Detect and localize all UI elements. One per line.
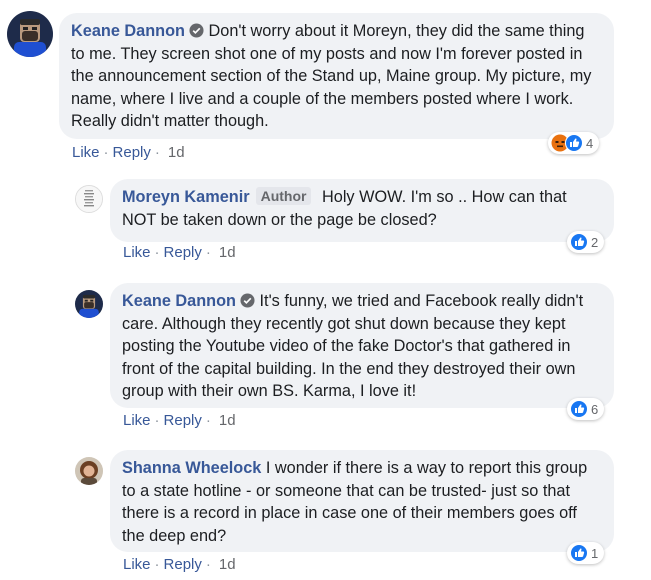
like-reaction-icon — [570, 233, 588, 251]
reply-button[interactable]: Reply — [164, 412, 202, 429]
separator: · — [205, 412, 211, 429]
reaction-summary[interactable]: 1 — [567, 542, 605, 564]
author-name[interactable]: Keane Dannon — [71, 22, 185, 40]
reaction-summary[interactable]: 6 — [567, 398, 605, 420]
comment-actions: Like · Reply · 1d — [123, 412, 236, 429]
reply-button[interactable]: Reply — [164, 244, 202, 261]
reaction-count: 2 — [591, 234, 599, 250]
timestamp[interactable]: 1d — [219, 556, 236, 573]
avatar[interactable] — [75, 457, 103, 485]
like-button[interactable]: Like — [72, 144, 100, 161]
comment-actions: Like · Reply · 1d — [123, 244, 236, 261]
reaction-summary[interactable]: 4 — [548, 132, 600, 154]
verified-badge-icon — [240, 293, 255, 308]
separator: · — [154, 144, 160, 161]
separator: · — [205, 244, 211, 261]
avatar[interactable] — [75, 290, 103, 318]
separator: · — [154, 556, 160, 573]
timestamp[interactable]: 1d — [219, 244, 236, 261]
like-button[interactable]: Like — [123, 412, 151, 429]
reply-button[interactable]: Reply — [164, 556, 202, 573]
author-name[interactable]: Keane Dannon — [122, 292, 236, 310]
avatar-image-icon — [76, 186, 102, 212]
separator: · — [154, 412, 160, 429]
author-name[interactable]: Moreyn Kamenir — [122, 188, 250, 206]
comment-bubble: Keane Dannon It's funny, we tried and Fa… — [110, 283, 614, 408]
author-name[interactable]: Shanna Wheelock — [122, 459, 261, 477]
like-reaction-icon — [565, 134, 583, 152]
like-button[interactable]: Like — [123, 244, 151, 261]
avatar-image-icon — [7, 11, 53, 57]
like-reaction-icon — [570, 544, 588, 562]
reaction-count: 6 — [591, 401, 599, 417]
verified-badge-icon — [189, 23, 204, 38]
reaction-count: 1 — [591, 545, 599, 561]
comment-actions: Like · Reply · 1d — [123, 556, 236, 573]
timestamp[interactable]: 1d — [219, 412, 236, 429]
avatar-image-icon — [75, 457, 103, 485]
like-reaction-icon — [570, 400, 588, 418]
timestamp[interactable]: 1d — [168, 144, 185, 161]
separator: · — [205, 556, 211, 573]
comment-actions: Like · Reply · 1d — [72, 144, 185, 161]
reaction-summary[interactable]: 2 — [567, 231, 605, 253]
author-tag: Author — [255, 187, 312, 205]
comment-bubble: Moreyn Kamenir Author Holy WOW. I'm so ..… — [110, 179, 614, 242]
separator: · — [154, 244, 160, 261]
avatar[interactable] — [7, 11, 53, 57]
separator: · — [103, 144, 109, 161]
avatar-image-icon — [75, 290, 103, 318]
avatar[interactable] — [75, 185, 103, 213]
comment-bubble: Shanna Wheelock I wonder if there is a w… — [110, 450, 614, 552]
reaction-count: 4 — [586, 135, 594, 151]
reply-button[interactable]: Reply — [113, 144, 151, 161]
like-button[interactable]: Like — [123, 556, 151, 573]
comment-bubble: Keane Dannon Don't worry about it Moreyn… — [59, 13, 614, 139]
